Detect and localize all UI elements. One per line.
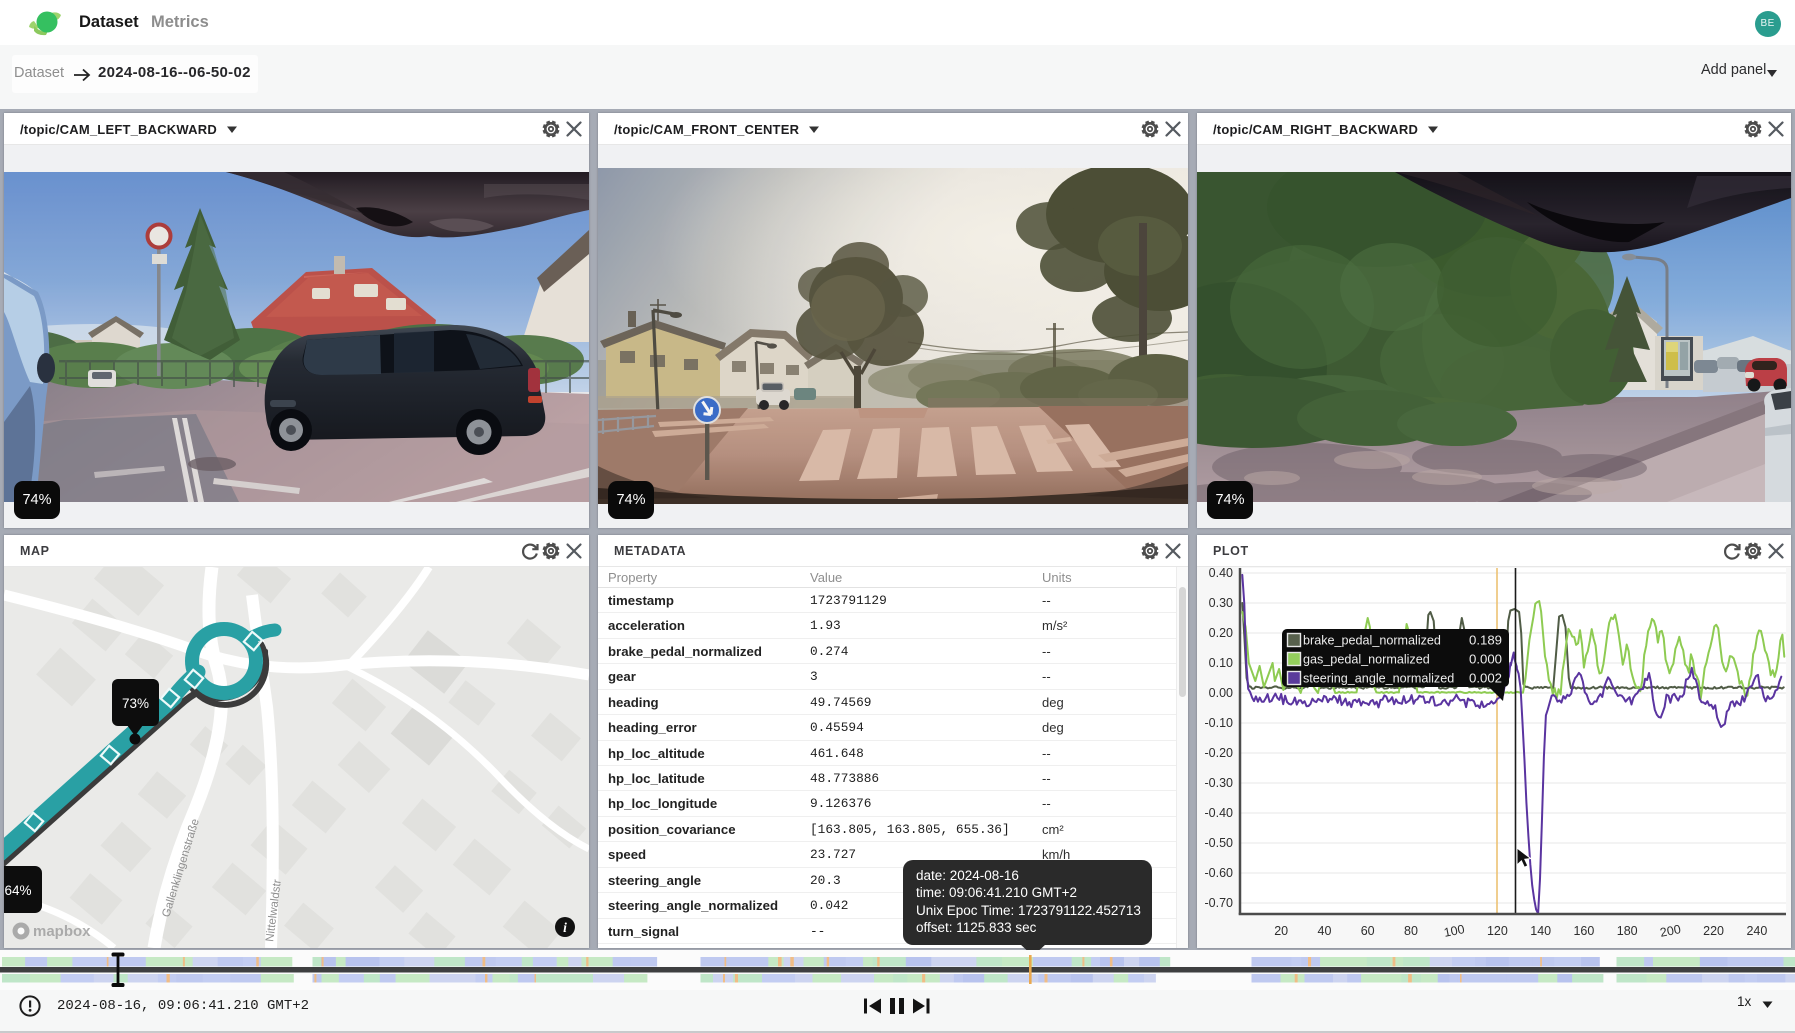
svg-text:240: 240 <box>1746 924 1767 938</box>
svg-text:-0.60: -0.60 <box>1205 866 1234 880</box>
svg-text:0.189: 0.189 <box>1469 633 1502 648</box>
svg-text:-0.50: -0.50 <box>1205 836 1234 850</box>
svg-text:64%: 64% <box>4 883 31 898</box>
svg-text:0.10: 0.10 <box>1209 656 1233 670</box>
svg-text:steering_angle_normalized: steering_angle_normalized <box>1303 672 1454 686</box>
svg-text:220: 220 <box>1703 924 1724 938</box>
svg-text:-0.10: -0.10 <box>1205 716 1234 730</box>
svg-text:-0.70: -0.70 <box>1205 896 1234 910</box>
svg-text:140: 140 <box>1530 924 1551 938</box>
svg-text:-0.20: -0.20 <box>1205 746 1234 760</box>
svg-text:120: 120 <box>1487 924 1508 938</box>
svg-text:40: 40 <box>1318 924 1332 938</box>
svg-text:brake_pedal_normalized: brake_pedal_normalized <box>1303 634 1441 648</box>
svg-text:0.40: 0.40 <box>1209 567 1233 580</box>
svg-text:80: 80 <box>1404 924 1418 938</box>
svg-text:160: 160 <box>1573 924 1594 938</box>
svg-text:0.30: 0.30 <box>1209 596 1233 610</box>
svg-text:0.002: 0.002 <box>1469 671 1502 686</box>
svg-text:20: 20 <box>1274 924 1288 938</box>
svg-text:0.00: 0.00 <box>1209 686 1233 700</box>
svg-text:180: 180 <box>1617 924 1638 938</box>
svg-text:mapbox: mapbox <box>33 923 91 940</box>
svg-text:gas_pedal_normalized: gas_pedal_normalized <box>1303 653 1430 667</box>
svg-text:i: i <box>563 920 567 935</box>
svg-text:73%: 73% <box>122 696 149 711</box>
svg-text:-0.40: -0.40 <box>1205 806 1234 820</box>
svg-text:-0.30: -0.30 <box>1205 776 1234 790</box>
svg-text:0.20: 0.20 <box>1209 626 1233 640</box>
svg-text:0.000: 0.000 <box>1469 652 1502 667</box>
svg-text:60: 60 <box>1361 924 1375 938</box>
